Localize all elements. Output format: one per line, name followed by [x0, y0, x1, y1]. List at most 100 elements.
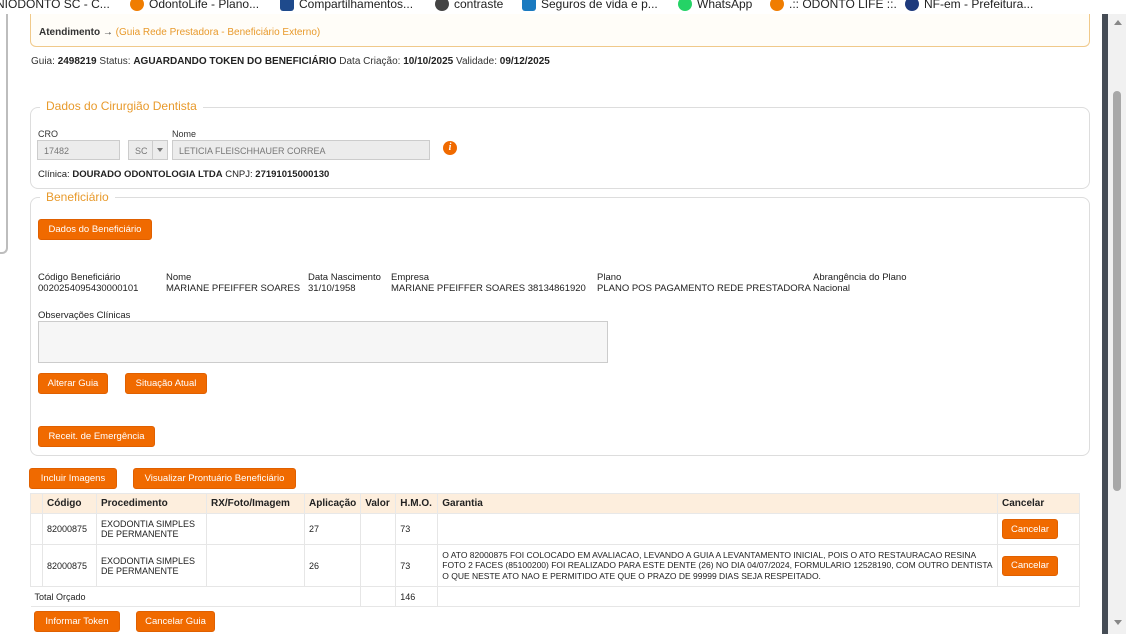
guia-number: 2498219: [57, 56, 97, 67]
dentist-panel-legend: Dados do Cirurgião Dentista: [40, 99, 203, 113]
clinical-notes-textarea[interactable]: [38, 321, 608, 363]
guia-info: Guia: 2498219 Status: AGUARDANDO TOKEN D…: [31, 56, 550, 67]
total-value: 146: [395, 586, 439, 607]
cell-codigo: 82000875: [42, 544, 97, 587]
table-header-row: Código Procedimento RX/Foto/Imagem Aplic…: [30, 493, 1080, 514]
clinic-info: Clínica: DOURADO ODONTOLOGIA LTDA CNPJ: …: [38, 169, 330, 180]
cell-garantia: O ATO 82000875 FOI COLOCADO EM AVALIACAO…: [437, 544, 998, 587]
cro-label: CRO: [38, 129, 58, 139]
bookmark-contraste[interactable]: contraste: [435, 0, 503, 11]
column-header-hmo: H.M.O.: [395, 493, 439, 514]
nf-em-icon: [905, 0, 919, 11]
cell-procedimento: EXODONTIA SIMPLES DE PERMANENTE: [96, 544, 207, 587]
birth-date: 31/10/1958: [308, 283, 356, 294]
inform-token-button[interactable]: Informar Token: [34, 611, 120, 632]
cro-field[interactable]: 17482: [37, 140, 120, 160]
total-valor-cell: [360, 586, 397, 607]
bookmark-nf-em[interactable]: NF-em - Prefeitura...: [905, 0, 1033, 11]
bookmark-seguros[interactable]: Seguros de vida e p...: [522, 0, 658, 11]
scroll-down-icon[interactable]: [1114, 620, 1122, 625]
birth-date-label: Data Nascimento: [308, 272, 381, 283]
uf-select-divider: [152, 141, 153, 159]
view-records-button[interactable]: Visualizar Prontuário Beneficiário: [133, 468, 296, 489]
company-label: Empresa: [391, 272, 430, 283]
beneficiary-name-label: Nome: [166, 272, 192, 283]
column-header-procedimento: Procedimento: [96, 493, 207, 514]
beneficiary-name: MARIANE PFEIFFER SOARES: [166, 283, 301, 294]
whatsapp-icon: [678, 0, 692, 11]
clinical-notes-label: Observações Clínicas: [38, 310, 131, 321]
cell-hmo: 73: [395, 513, 439, 545]
chevron-down-icon: [157, 148, 163, 152]
cancel-procedure-button[interactable]: Cancelar: [1002, 555, 1059, 576]
total-label: Total Orçado: [30, 586, 362, 607]
clinic-name: DOURADO ODONTOLOGIA LTDA: [72, 169, 223, 180]
odontolife-icon: [130, 0, 144, 11]
breadcrumb-main: Atendimento →: [39, 27, 113, 38]
procedures-table: Código Procedimento RX/Foto/Imagem Aplic…: [30, 493, 1080, 607]
nome-dentista-label: Nome: [172, 129, 197, 139]
row-selector: [30, 513, 43, 545]
column-header-rx: RX/Foto/Imagem: [206, 493, 305, 514]
scrollbar-thumb[interactable]: [1113, 91, 1121, 491]
cell-cancelar: Cancelar: [997, 513, 1080, 545]
include-images-button[interactable]: Incluir Imagens: [29, 468, 117, 489]
table-row: 82000875 EXODONTIA SIMPLES DE PERMANENTE…: [30, 544, 1080, 587]
column-header-garantia: Garantia: [437, 493, 998, 514]
cancel-procedure-button[interactable]: Cancelar: [1002, 519, 1059, 539]
beneficiary-panel-legend: Beneficiário: [40, 190, 115, 204]
bookmark-odonto-life[interactable]: .:: ODONTO LIFE ::.: [770, 0, 897, 11]
guia-status: AGUARDANDO TOKEN DO BENEFICIÁRIO: [133, 56, 337, 67]
bookmark-compartilhamentos[interactable]: Compartilhamentos...: [280, 0, 413, 11]
cell-procedimento: EXODONTIA SIMPLES DE PERMANENTE: [96, 513, 207, 545]
column-header-cancelar: Cancelar: [997, 493, 1080, 514]
cell-hmo: 73: [395, 544, 439, 587]
plan-coverage-label: Abrangência do Plano: [813, 272, 907, 283]
column-header-aplicacao: Aplicação: [303, 493, 362, 514]
plan: PLANO POS PAGAMENTO REDE PRESTADORA: [597, 283, 811, 294]
guia-creation-date: 10/10/2025: [403, 56, 454, 67]
column-header-codigo: Código: [42, 493, 97, 514]
bookmark-odontolife[interactable]: OdontoLife - Plano...: [130, 0, 259, 11]
column-header-valor: Valor: [360, 493, 397, 514]
cell-cancelar: Cancelar: [997, 544, 1080, 587]
idoc-icon: [280, 0, 294, 11]
scroll-up-icon[interactable]: [1114, 20, 1122, 25]
guia-validity-date: 09/12/2025: [499, 56, 550, 67]
bookmarks-bar: NIODONTO SC - C... OdontoLife - Plano...…: [0, 0, 1126, 14]
dentist-name-field[interactable]: LETICIA FLEISCHHAUER CORREA: [172, 140, 430, 160]
vertical-scrollbar[interactable]: [1102, 14, 1126, 634]
globe-icon: [435, 0, 449, 11]
beneficiary-data-button[interactable]: Dados do Beneficiário: [38, 219, 152, 240]
cell-garantia: [437, 513, 998, 545]
info-icon[interactable]: i: [443, 141, 457, 155]
alter-guia-button[interactable]: Alterar Guia: [38, 373, 108, 394]
current-situation-button[interactable]: Situação Atual: [125, 373, 207, 394]
bookmark-uniodonto[interactable]: NIODONTO SC - C...: [0, 0, 110, 11]
beneficiary-code: 0020254095430000101: [38, 283, 139, 294]
bookmark-whatsapp[interactable]: WhatsApp: [678, 0, 752, 11]
cell-rx: [206, 544, 305, 587]
cell-aplicacao: 27: [303, 513, 362, 545]
breadcrumb-sub: (Guia Rede Prestadora - Beneficiário Ext…: [115, 27, 321, 38]
total-empty-cell: [437, 586, 1080, 607]
plan-coverage: Nacional: [813, 283, 850, 294]
emergency-prescription-button[interactable]: Receit. de Emergência: [38, 426, 155, 447]
seguros-icon: [522, 0, 536, 11]
cell-valor: [360, 513, 397, 545]
total-row: Total Orçado 146: [30, 586, 1080, 607]
cancel-guia-button[interactable]: Cancelar Guia: [136, 611, 215, 632]
row-selector: [30, 544, 43, 587]
cell-aplicacao: 26: [303, 544, 362, 587]
select-column-header: [30, 493, 43, 514]
table-row: 82000875 EXODONTIA SIMPLES DE PERMANENTE…: [30, 513, 1080, 545]
company: MARIANE PFEIFFER SOARES 38134861920: [391, 283, 586, 294]
breadcrumb: Atendimento → (Guia Rede Prestadora - Be…: [30, 14, 1090, 47]
beneficiary-code-label: Código Beneficiário: [38, 272, 121, 283]
cell-rx: [206, 513, 305, 545]
odonto-life-icon: [770, 0, 784, 11]
cell-codigo: 82000875: [42, 513, 97, 545]
plan-label: Plano: [597, 272, 622, 283]
cell-valor: [360, 544, 397, 587]
clinic-cnpj: 27191015000130: [255, 169, 330, 180]
